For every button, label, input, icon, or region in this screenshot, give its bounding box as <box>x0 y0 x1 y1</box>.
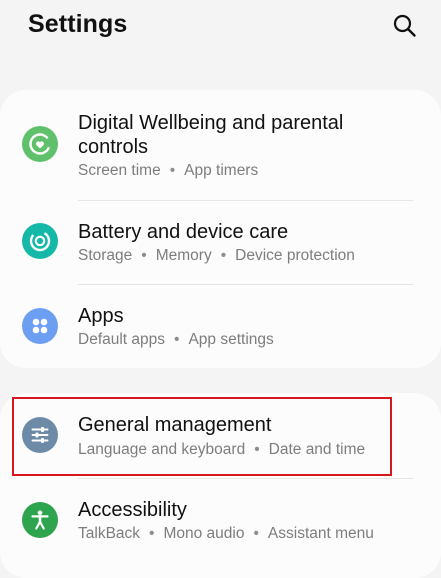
accessibility-icon <box>22 502 58 538</box>
subtitle-part: Assistant menu <box>267 525 374 542</box>
wellbeing-icon <box>22 126 58 162</box>
settings-item-accessibility[interactable]: Accessibility TalkBack • Mono audio • Assist… <box>0 478 441 562</box>
item-title: Battery and device care <box>78 221 289 243</box>
item-subtitle: Default apps • App settings <box>78 331 274 349</box>
subtitle-part: Default apps <box>78 331 166 348</box>
item-subtitle: Screen time • App timers <box>78 162 258 180</box>
settings-item-battery-device-care[interactable]: Battery and device care Storage • Memory • D… <box>0 200 441 284</box>
settings-item-digital-wellbeing[interactable]: Digital Wellbeing and parental controls … <box>0 90 441 200</box>
app-header: Settings <box>0 0 441 60</box>
separator-dot: • <box>220 247 227 264</box>
item-title-line-1: Digital Wellbeing and parental <box>78 112 344 134</box>
separator-dot: • <box>169 162 176 179</box>
subtitle-part: Device protection <box>235 247 355 264</box>
search-icon[interactable] <box>390 11 420 41</box>
subtitle-part: App timers <box>184 162 259 179</box>
subtitle-part: Mono audio <box>163 525 245 542</box>
apps-icon <box>22 308 58 344</box>
item-subtitle: Storage • Memory • Device protection <box>78 247 355 265</box>
item-subtitle: TalkBack • Mono audio • Assistant menu <box>78 525 374 543</box>
subtitle-part: App settings <box>188 331 274 348</box>
subtitle-part: TalkBack <box>78 525 141 542</box>
subtitle-part: Memory <box>155 247 212 264</box>
subtitle-part: Screen time <box>78 162 161 179</box>
highlight-box <box>12 397 392 476</box>
item-title-line-2: controls <box>78 136 149 158</box>
separator-dot: • <box>149 525 155 542</box>
separator-dot: • <box>253 525 259 542</box>
separator-dot: • <box>174 331 180 348</box>
settings-item-apps[interactable]: Apps Default apps • App settings <box>0 284 441 368</box>
subtitle-part: Storage <box>78 247 133 264</box>
settings-group-1: Digital Wellbeing and parental controls … <box>0 90 441 368</box>
page-title: Settings <box>28 10 128 38</box>
item-title: Accessibility <box>78 499 187 521</box>
item-title: Apps <box>78 305 124 327</box>
separator-dot: • <box>141 247 147 264</box>
device-care-icon <box>22 223 58 259</box>
